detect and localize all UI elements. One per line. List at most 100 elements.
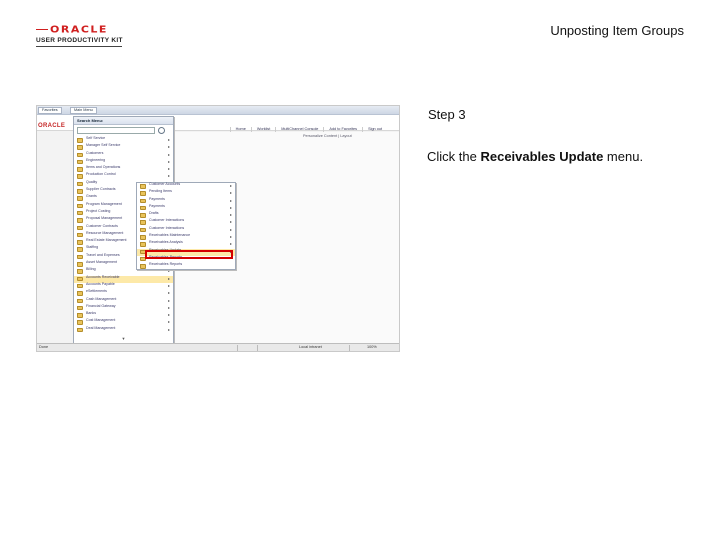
folder-icon [77,254,83,260]
folder-icon [140,242,146,247]
menu-item-label: Customer Accounts [149,182,181,186]
chevron-right-icon: ▸ [167,158,170,164]
folder-icon [77,298,83,304]
browser-status-bar: Done Local intranet 100% [37,343,399,351]
logo-oracle-text: ORACLE [50,23,108,36]
chevron-right-icon: ▸ [167,166,170,172]
tab-main-menu[interactable]: Main Menu [70,107,97,114]
menu-item-label: Receivables Reports [149,262,183,267]
chevron-right-icon: ▸ [229,190,232,196]
oracle-upk-logo: ORACLE USER PRODUCTIVITY KIT [36,23,126,49]
menu-item-label: Customer Contracts [86,223,118,228]
menu-item-label: Self Service [86,136,106,140]
folder-icon [77,189,83,194]
menu-item-label: Pending Items [149,189,172,194]
status-separator [349,345,350,351]
chevron-right-icon: ▸ [229,241,232,247]
folder-icon [77,232,83,238]
chevron-right-icon: ▸ [229,212,232,218]
personalize-content-link[interactable]: Personalize Content | Layout [303,134,352,139]
menu-item-label: Resource Management [86,230,124,235]
menu-item-label: Receivables Analysis [149,240,183,245]
chevron-right-icon: ▸ [229,183,232,188]
menu-item-label: Accounts Payable [86,281,115,286]
menu-item-label: Program Management [86,201,122,206]
folder-icon [77,225,83,231]
menu-item-label: Supplier Contracts [86,187,116,192]
folder-icon [77,291,83,296]
menu-item-label: Quality [86,179,98,184]
folder-icon [77,203,83,209]
logo-accent-bar [36,29,48,30]
folder-icon [140,205,146,211]
menu-item-label: Asset Management [86,260,117,265]
instruction-target: Receivables Update [480,149,604,164]
chevron-right-icon: ▸ [167,319,170,325]
search-icon[interactable] [158,127,165,134]
menu-item-label: Accounts Receivable [86,274,120,279]
menu-item-label: Travel and Expenses [86,252,120,257]
menu-item-label: Drafts [149,211,159,216]
instruction-suffix: menu. [603,149,644,164]
menu-item-deal-management[interactable]: Deal Management ▸ [74,326,173,334]
folder-icon [140,213,146,218]
folder-icon [77,152,83,158]
folder-icon [77,145,83,150]
status-separator [237,345,238,351]
folder-icon [77,283,83,289]
folder-icon [77,240,83,245]
folder-icon [77,210,83,216]
menu-item-label: Customer Interactions [149,225,185,230]
folder-icon [140,235,146,240]
menu-item-label: Cash Management [86,296,117,301]
folder-icon [77,247,83,252]
step-instruction: Click the Receivables Update menu. [427,149,643,164]
folder-icon [140,264,146,269]
folder-icon [77,138,83,143]
menu-item-label: Manager Self Service [86,143,121,148]
chevron-right-icon: ▸ [167,312,170,318]
chevron-right-icon: ▸ [229,219,232,225]
menu-item-label: Proposal Management [86,216,123,221]
chevron-right-icon: ▸ [167,304,170,310]
submenu-item-receivables-reports[interactable]: Receivables Reports [137,262,235,270]
step-label: Step 3 [428,107,466,122]
menu-item-label: Customer Interactions [149,218,185,223]
highlight-box-receivables-update [145,250,233,259]
chevron-right-icon: ▸ [167,173,170,179]
chevron-right-icon: ▸ [167,290,170,296]
menu-item-label: Payments [149,196,165,201]
menu-item-label: Financial Gateway [86,303,116,308]
menu-item-label: Staffing [86,245,99,250]
browser-tab-bar: Favorites Main Menu [37,106,399,115]
status-zone: Local intranet [299,345,322,349]
chevron-right-icon: ▸ [167,275,170,281]
folder-icon [77,167,83,172]
menu-item-label: Real Estate Management [86,238,127,243]
search-menu-input[interactable] [77,127,155,134]
folder-icon [77,174,83,179]
tab-favorites[interactable]: Favorites [38,107,62,114]
folder-icon [140,227,146,233]
menu-item-label: eSettlements [86,289,107,294]
status-text: Done [39,345,49,349]
document-title: Unposting Item Groups [550,23,684,38]
folder-icon [77,218,83,223]
logo-upk-text: USER PRODUCTIVITY KIT [36,37,123,44]
folder-icon [77,159,83,165]
folder-icon [77,196,83,201]
menu-item-label: Project Costing [86,208,111,213]
menu-item-label: Banks [86,311,96,316]
folder-icon [77,262,83,267]
chevron-right-icon: ▸ [229,234,232,240]
chevron-right-icon: ▸ [167,326,170,332]
folder-icon [140,220,146,225]
chevron-right-icon: ▸ [229,197,232,203]
status-separator [257,345,258,351]
chevron-right-icon: ▸ [167,297,170,303]
folder-icon [140,184,146,189]
status-zoom[interactable]: 100% [367,345,377,350]
folder-icon [140,191,146,196]
folder-icon [77,276,83,282]
folder-icon [77,320,83,325]
